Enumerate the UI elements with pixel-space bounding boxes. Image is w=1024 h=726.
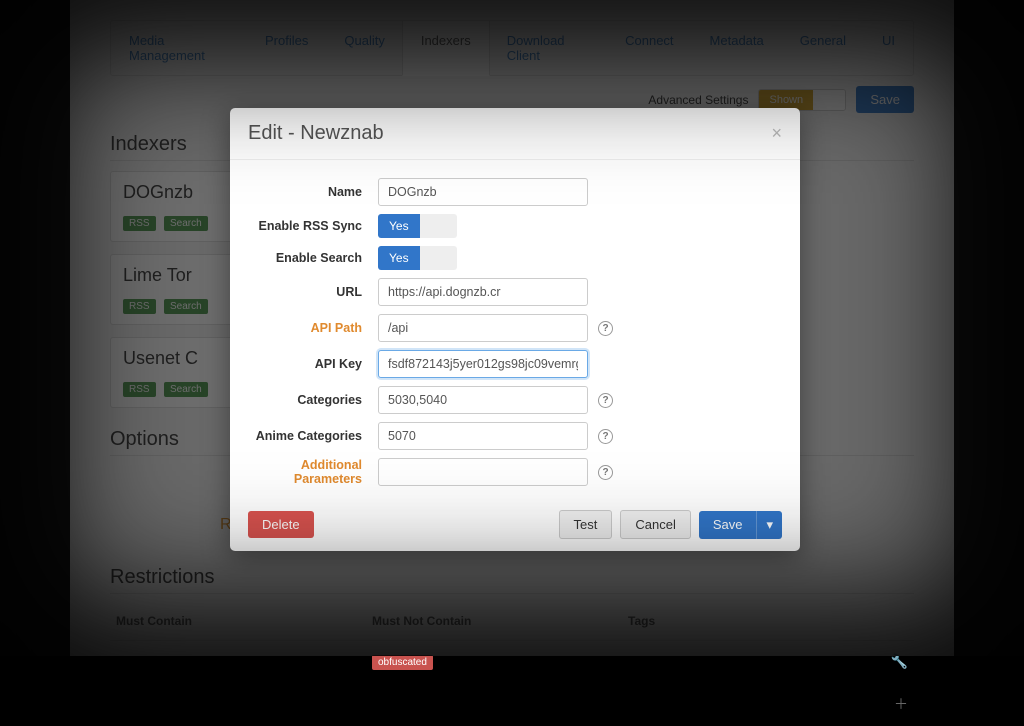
toggle-yes: Yes	[378, 246, 420, 270]
label-rss: Enable RSS Sync	[248, 219, 378, 233]
search-toggle[interactable]: Yes No	[378, 246, 457, 270]
label-api-key: API Key	[248, 357, 378, 371]
label-additional-parameters: Additional Parameters	[248, 458, 378, 486]
categories-input[interactable]	[378, 386, 588, 414]
modal-save-button[interactable]: Save	[699, 511, 757, 539]
toggle-yes: Yes	[378, 214, 420, 238]
api-key-input[interactable]	[378, 350, 588, 378]
delete-button[interactable]: Delete	[248, 511, 314, 538]
table-add-row: ＋	[110, 682, 914, 726]
close-icon[interactable]: ×	[771, 123, 782, 144]
label-categories: Categories	[248, 393, 378, 407]
label-api-path: API Path	[248, 321, 378, 335]
additional-parameters-input[interactable]	[378, 458, 588, 486]
label-name: Name	[248, 185, 378, 199]
label-url: URL	[248, 285, 378, 299]
help-icon[interactable]: ?	[598, 321, 613, 336]
help-icon[interactable]: ?	[598, 465, 613, 480]
api-path-input[interactable]	[378, 314, 588, 342]
help-icon[interactable]: ?	[598, 429, 613, 444]
toggle-no: No	[420, 246, 457, 270]
url-input[interactable]	[378, 278, 588, 306]
help-icon[interactable]: ?	[598, 393, 613, 408]
label-anime-categories: Anime Categories	[248, 429, 378, 443]
rss-toggle[interactable]: Yes No	[378, 214, 457, 238]
name-input[interactable]	[378, 178, 588, 206]
test-button[interactable]: Test	[559, 510, 613, 539]
toggle-no: No	[420, 214, 457, 238]
cancel-button[interactable]: Cancel	[620, 510, 690, 539]
add-row-icon[interactable]: ＋	[894, 694, 908, 714]
label-search: Enable Search	[248, 251, 378, 265]
modal-title: Edit - Newznab	[248, 122, 384, 145]
save-dropdown-toggle[interactable]: ▾	[756, 511, 782, 539]
badge-obfuscated: obfuscated	[372, 655, 433, 670]
anime-categories-input[interactable]	[378, 422, 588, 450]
edit-indexer-modal: Edit - Newznab × Name Enable RSS Sync Ye…	[230, 108, 800, 551]
